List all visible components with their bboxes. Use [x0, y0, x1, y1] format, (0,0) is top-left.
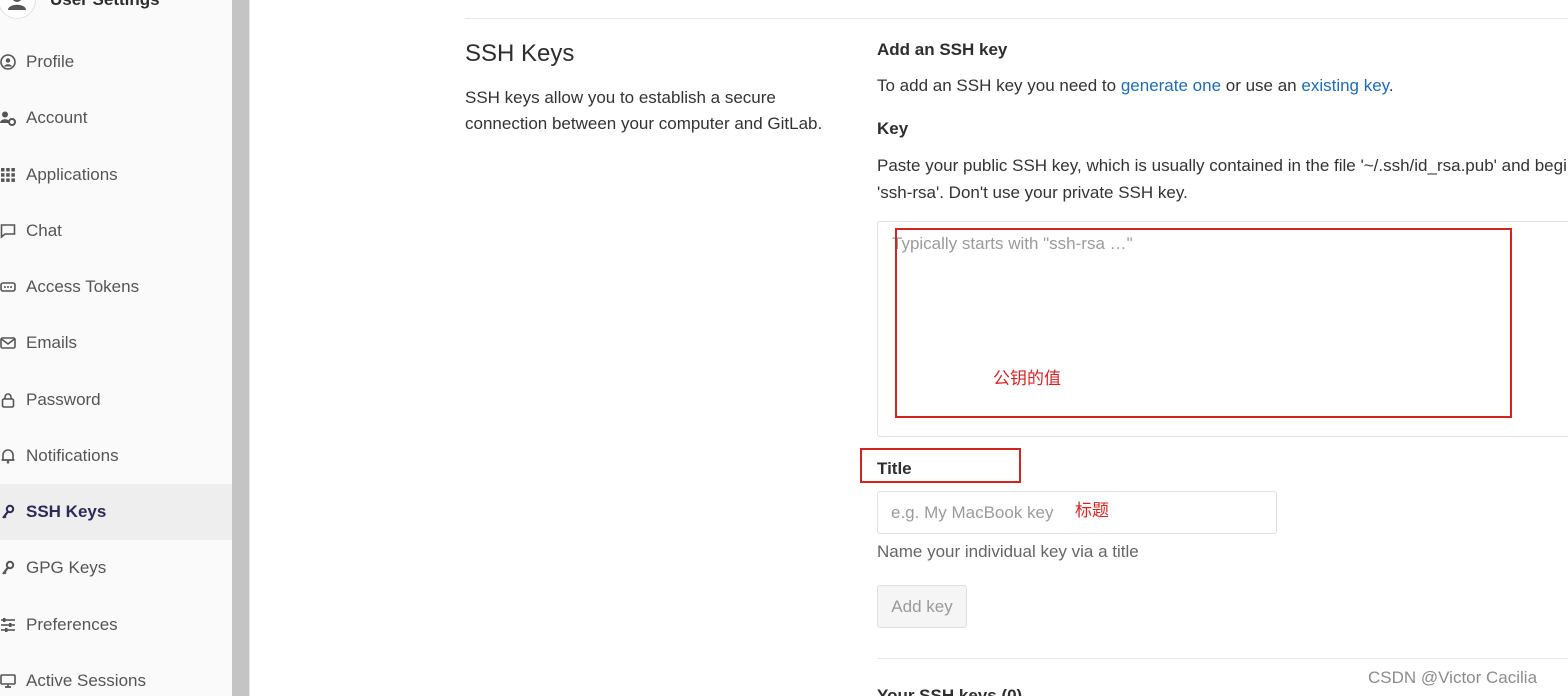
- add-key-button[interactable]: Add key: [877, 585, 967, 628]
- sidebar-item-label: Emails: [26, 333, 78, 352]
- sidebar-header: User Settings: [0, 0, 160, 19]
- key-icon: [0, 504, 16, 520]
- sidebar-item-ssh-keys[interactable]: SSH Keys: [0, 484, 232, 540]
- sidebar-item-label: GPG Keys: [26, 558, 107, 577]
- email-icon: [0, 335, 16, 351]
- watermark: CSDN @Victor Cacilia: [1368, 668, 1538, 687]
- sidebar-item-label: SSH Keys: [26, 502, 107, 521]
- key-field-label: Key: [877, 119, 909, 138]
- key-field-help: Paste your public SSH key, which is usua…: [877, 152, 1568, 206]
- sidebar-item-label: Password: [26, 390, 101, 409]
- annotation-box-key: [895, 228, 1512, 418]
- sidebar-item-emails[interactable]: Emails: [0, 315, 232, 371]
- lock-icon: [0, 392, 16, 408]
- sidebar-item-label: Active Sessions: [26, 671, 146, 690]
- sidebar-item-active-sessions[interactable]: Active Sessions: [0, 653, 232, 696]
- sidebar-item-preferences[interactable]: Preferences: [0, 597, 232, 653]
- sidebar-item-notifications[interactable]: Notifications: [0, 428, 232, 484]
- annotation-title-note: 标题: [1075, 501, 1109, 521]
- chat-icon: [0, 223, 16, 239]
- settings-sidebar: User Settings Profile Account Applicatio…: [0, 0, 232, 696]
- add-key-instructions: To add an SSH key you need to generate o…: [877, 76, 1394, 96]
- key-help-line: Paste your public SSH key, which is usua…: [877, 156, 1568, 175]
- sidebar-item-password[interactable]: Password: [0, 372, 232, 428]
- title-field-label: Title: [877, 459, 912, 478]
- existing-key-link[interactable]: existing key: [1301, 76, 1389, 95]
- divider: [877, 658, 1568, 659]
- page-title: SSH Keys: [465, 40, 575, 67]
- instructions-text: .: [1388, 76, 1394, 95]
- instructions-text: To add an SSH key you need to: [877, 76, 1121, 95]
- sidebar-scrollbar[interactable]: [232, 0, 249, 696]
- profile-icon: [0, 54, 16, 70]
- generate-one-link[interactable]: generate one: [1121, 76, 1221, 95]
- sidebar-item-gpg-keys[interactable]: GPG Keys: [0, 540, 232, 596]
- instructions-text: or use an: [1221, 76, 1302, 95]
- sidebar-item-profile[interactable]: Profile: [0, 34, 232, 90]
- sidebar-item-chat[interactable]: Chat: [0, 203, 232, 259]
- divider: [465, 18, 1568, 19]
- title-field-help: Name your individual key via a title: [877, 542, 1139, 561]
- sidebar-item-label: Chat: [26, 221, 62, 240]
- sidebar-item-label: Applications: [26, 165, 118, 184]
- sidebar-item-applications[interactable]: Applications: [0, 147, 232, 203]
- settings-page: User Settings Profile Account Applicatio…: [0, 0, 1568, 696]
- annotation-key-note: 公钥的值: [993, 369, 1061, 389]
- sidebar-item-label: Preferences: [26, 615, 118, 634]
- section-description: SSH keys allow you to establish a secure…: [465, 88, 823, 133]
- sidebar-item-label: Notifications: [26, 446, 119, 465]
- account-gear-icon: [0, 110, 16, 126]
- key-icon: [0, 560, 16, 576]
- add-ssh-key-heading: Add an SSH key: [877, 40, 1008, 59]
- token-icon: [0, 279, 16, 295]
- your-ssh-keys-heading: Your SSH keys (0): [877, 686, 1023, 696]
- sidebar-item-access-tokens[interactable]: Access Tokens: [0, 259, 232, 315]
- sliders-icon: [0, 617, 16, 633]
- applications-grid-icon: [0, 167, 16, 183]
- key-help-line: 'ssh-rsa'. Don't use your private SSH ke…: [877, 183, 1188, 202]
- monitor-icon: [0, 673, 16, 689]
- sidebar-item-label: Profile: [26, 52, 75, 71]
- bell-icon: [0, 448, 16, 464]
- sidebar-item-label: Account: [26, 108, 88, 127]
- title-input-placeholder: e.g. My MacBook key: [891, 502, 1054, 522]
- avatar[interactable]: [0, 0, 36, 19]
- sidebar-item-label: Access Tokens: [26, 277, 140, 296]
- user-avatar-icon: [8, 0, 26, 10]
- sidebar-header-title: User Settings: [50, 0, 160, 10]
- sidebar-item-account[interactable]: Account: [0, 90, 232, 146]
- divider: [249, 0, 250, 696]
